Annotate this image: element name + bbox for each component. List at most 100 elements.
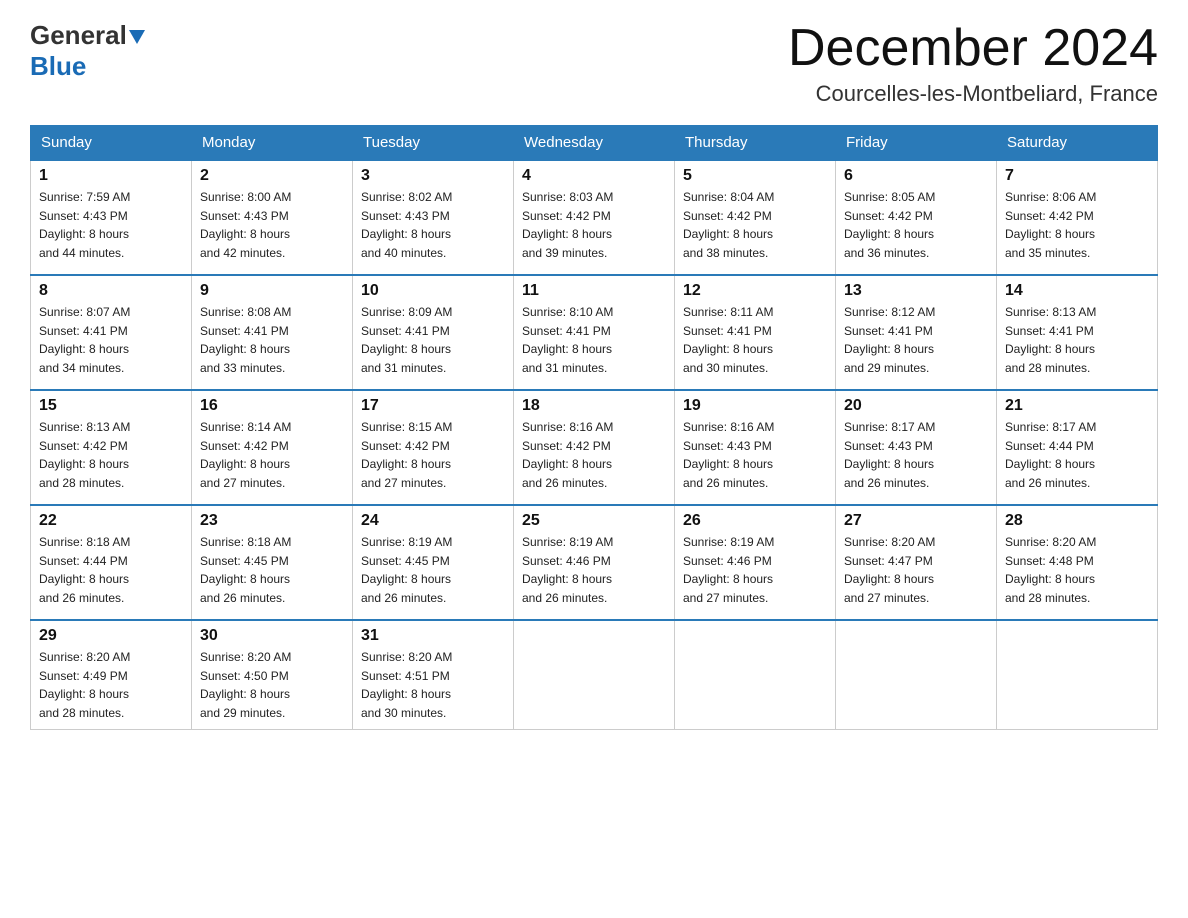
calendar-cell: 1 Sunrise: 7:59 AM Sunset: 4:43 PM Daylig…	[31, 160, 192, 275]
day-number: 31	[361, 627, 505, 645]
calendar-cell: 30 Sunrise: 8:20 AM Sunset: 4:50 PM Dayli…	[192, 620, 353, 729]
calendar-cell	[836, 620, 997, 729]
calendar-cell: 8 Sunrise: 8:07 AM Sunset: 4:41 PM Daylig…	[31, 275, 192, 390]
day-number: 13	[844, 282, 988, 300]
day-info: Sunrise: 8:13 AM Sunset: 4:42 PM Dayligh…	[39, 418, 183, 492]
day-info: Sunrise: 8:14 AM Sunset: 4:42 PM Dayligh…	[200, 418, 344, 492]
day-number: 16	[200, 397, 344, 415]
day-info: Sunrise: 8:10 AM Sunset: 4:41 PM Dayligh…	[522, 303, 666, 377]
calendar-cell: 15Sunrise: 8:13 AM Sunset: 4:42 PM Dayli…	[31, 390, 192, 505]
calendar-cell: 12 Sunrise: 8:11 AM Sunset: 4:41 PM Dayli…	[675, 275, 836, 390]
day-number: 30	[200, 627, 344, 645]
calendar-cell: 3 Sunrise: 8:02 AM Sunset: 4:43 PM Daylig…	[353, 160, 514, 275]
calendar-cell: 23 Sunrise: 8:18 AM Sunset: 4:45 PM Dayli…	[192, 505, 353, 620]
day-info: Sunrise: 7:59 AM Sunset: 4:43 PM Dayligh…	[39, 188, 183, 262]
day-number: 26	[683, 512, 827, 530]
day-number: 27	[844, 512, 988, 530]
day-info: Sunrise: 8:13 AM Sunset: 4:41 PM Dayligh…	[1005, 303, 1149, 377]
month-title: December 2024	[788, 20, 1158, 77]
page-header: General Blue December 2024 Courcelles-le…	[30, 20, 1158, 107]
weekday-header-monday: Monday	[192, 126, 353, 161]
day-info: Sunrise: 8:16 AM Sunset: 4:42 PM Dayligh…	[522, 418, 666, 492]
title-area: December 2024 Courcelles-les-Montbeliard…	[788, 20, 1158, 107]
logo-general: General	[30, 20, 127, 50]
day-info: Sunrise: 8:18 AM Sunset: 4:45 PM Dayligh…	[200, 533, 344, 607]
weekday-header-tuesday: Tuesday	[353, 126, 514, 161]
logo: General Blue	[30, 20, 145, 82]
day-number: 19	[683, 397, 827, 415]
calendar-cell: 11 Sunrise: 8:10 AM Sunset: 4:41 PM Dayli…	[514, 275, 675, 390]
day-info: Sunrise: 8:20 AM Sunset: 4:47 PM Dayligh…	[844, 533, 988, 607]
day-info: Sunrise: 8:20 AM Sunset: 4:48 PM Dayligh…	[1005, 533, 1149, 607]
day-info: Sunrise: 8:15 AM Sunset: 4:42 PM Dayligh…	[361, 418, 505, 492]
day-number: 23	[200, 512, 344, 530]
calendar-cell: 29 Sunrise: 8:20 AM Sunset: 4:49 PM Dayli…	[31, 620, 192, 729]
day-info: Sunrise: 8:20 AM Sunset: 4:51 PM Dayligh…	[361, 648, 505, 722]
day-number: 28	[1005, 512, 1149, 530]
day-info: Sunrise: 8:19 AM Sunset: 4:45 PM Dayligh…	[361, 533, 505, 607]
day-info: Sunrise: 8:11 AM Sunset: 4:41 PM Dayligh…	[683, 303, 827, 377]
day-info: Sunrise: 8:19 AM Sunset: 4:46 PM Dayligh…	[683, 533, 827, 607]
weekday-header-friday: Friday	[836, 126, 997, 161]
weekday-header-thursday: Thursday	[675, 126, 836, 161]
day-number: 17	[361, 397, 505, 415]
day-info: Sunrise: 8:20 AM Sunset: 4:49 PM Dayligh…	[39, 648, 183, 722]
day-info: Sunrise: 8:05 AM Sunset: 4:42 PM Dayligh…	[844, 188, 988, 262]
day-number: 29	[39, 627, 183, 645]
day-info: Sunrise: 8:18 AM Sunset: 4:44 PM Dayligh…	[39, 533, 183, 607]
day-number: 2	[200, 167, 344, 185]
calendar-cell: 2Sunrise: 8:00 AM Sunset: 4:43 PM Daylig…	[192, 160, 353, 275]
day-number: 20	[844, 397, 988, 415]
day-info: Sunrise: 8:07 AM Sunset: 4:41 PM Dayligh…	[39, 303, 183, 377]
day-info: Sunrise: 8:12 AM Sunset: 4:41 PM Dayligh…	[844, 303, 988, 377]
day-number: 5	[683, 167, 827, 185]
day-number: 11	[522, 282, 666, 300]
day-number: 22	[39, 512, 183, 530]
day-number: 21	[1005, 397, 1149, 415]
weekday-header-wednesday: Wednesday	[514, 126, 675, 161]
calendar-cell: 7Sunrise: 8:06 AM Sunset: 4:42 PM Daylig…	[997, 160, 1158, 275]
day-info: Sunrise: 8:03 AM Sunset: 4:42 PM Dayligh…	[522, 188, 666, 262]
calendar-cell: 21Sunrise: 8:17 AM Sunset: 4:44 PM Dayli…	[997, 390, 1158, 505]
day-number: 12	[683, 282, 827, 300]
day-info: Sunrise: 8:06 AM Sunset: 4:42 PM Dayligh…	[1005, 188, 1149, 262]
calendar-cell: 16 Sunrise: 8:14 AM Sunset: 4:42 PM Dayli…	[192, 390, 353, 505]
calendar-cell: 22 Sunrise: 8:18 AM Sunset: 4:44 PM Dayli…	[31, 505, 192, 620]
day-number: 8	[39, 282, 183, 300]
calendar-cell: 27 Sunrise: 8:20 AM Sunset: 4:47 PM Dayli…	[836, 505, 997, 620]
day-info: Sunrise: 8:09 AM Sunset: 4:41 PM Dayligh…	[361, 303, 505, 377]
calendar-cell: 17 Sunrise: 8:15 AM Sunset: 4:42 PM Dayli…	[353, 390, 514, 505]
day-number: 6	[844, 167, 988, 185]
day-number: 3	[361, 167, 505, 185]
calendar-cell: 26 Sunrise: 8:19 AM Sunset: 4:46 PM Dayli…	[675, 505, 836, 620]
calendar-cell: 19Sunrise: 8:16 AM Sunset: 4:43 PM Dayli…	[675, 390, 836, 505]
calendar-cell: 31 Sunrise: 8:20 AM Sunset: 4:51 PM Dayli…	[353, 620, 514, 729]
day-number: 1	[39, 167, 183, 185]
calendar-cell: 6 Sunrise: 8:05 AM Sunset: 4:42 PM Daylig…	[836, 160, 997, 275]
location-title: Courcelles-les-Montbeliard, France	[788, 81, 1158, 107]
calendar-cell: 20Sunrise: 8:17 AM Sunset: 4:43 PM Dayli…	[836, 390, 997, 505]
logo-triangle-icon	[129, 30, 145, 44]
calendar-cell: 24 Sunrise: 8:19 AM Sunset: 4:45 PM Dayli…	[353, 505, 514, 620]
day-number: 18	[522, 397, 666, 415]
day-number: 10	[361, 282, 505, 300]
day-number: 9	[200, 282, 344, 300]
weekday-header-sunday: Sunday	[31, 126, 192, 161]
calendar-table: SundayMondayTuesdayWednesdayThursdayFrid…	[30, 125, 1158, 729]
day-number: 25	[522, 512, 666, 530]
calendar-cell: 25Sunrise: 8:19 AM Sunset: 4:46 PM Dayli…	[514, 505, 675, 620]
calendar-cell: 4 Sunrise: 8:03 AM Sunset: 4:42 PM Daylig…	[514, 160, 675, 275]
calendar-cell: 5 Sunrise: 8:04 AM Sunset: 4:42 PM Daylig…	[675, 160, 836, 275]
day-info: Sunrise: 8:20 AM Sunset: 4:50 PM Dayligh…	[200, 648, 344, 722]
calendar-cell	[997, 620, 1158, 729]
day-info: Sunrise: 8:02 AM Sunset: 4:43 PM Dayligh…	[361, 188, 505, 262]
day-number: 14	[1005, 282, 1149, 300]
calendar-cell: 10 Sunrise: 8:09 AM Sunset: 4:41 PM Dayli…	[353, 275, 514, 390]
calendar-cell: 13 Sunrise: 8:12 AM Sunset: 4:41 PM Dayli…	[836, 275, 997, 390]
day-number: 24	[361, 512, 505, 530]
day-info: Sunrise: 8:04 AM Sunset: 4:42 PM Dayligh…	[683, 188, 827, 262]
weekday-header-saturday: Saturday	[997, 126, 1158, 161]
calendar-cell	[675, 620, 836, 729]
calendar-cell	[514, 620, 675, 729]
day-number: 4	[522, 167, 666, 185]
